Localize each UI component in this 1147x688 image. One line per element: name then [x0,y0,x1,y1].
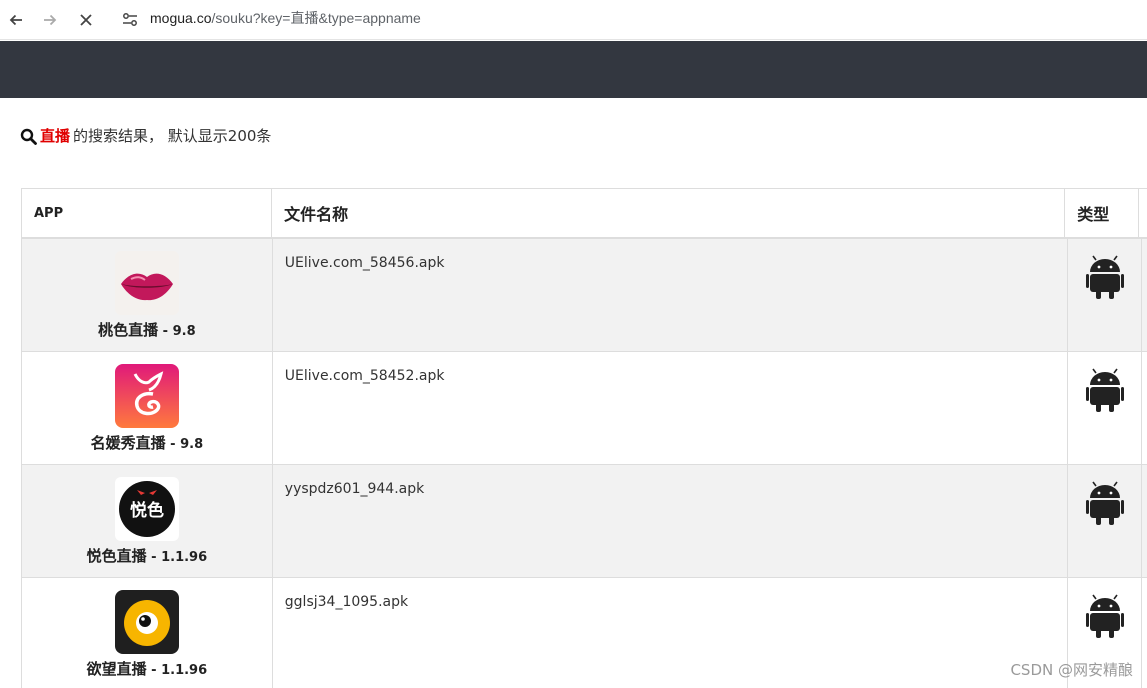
lips-icon[interactable] [114,251,179,315]
result-count-text: 的搜索结果， 默认显示200条 [73,127,272,145]
file-name[interactable]: gglsj34_1095.apk [273,578,1069,688]
fox-logo-icon[interactable] [114,364,179,428]
table-row[interactable]: 欲望直播 - 1.1.96 gglsj34_1095.apk [22,578,1147,688]
app-name[interactable]: 桃色直播 - 9.8 [98,319,196,340]
android-icon [1085,255,1124,299]
watermark: CSDN @网安精酿 [1010,661,1133,679]
android-icon [1085,481,1124,525]
app-name[interactable]: 欲望直播 - 1.1.96 [87,658,208,679]
file-name[interactable]: UElive.com_58456.apk [273,239,1069,351]
header-app: APP [22,189,273,237]
yuese-logo-icon[interactable]: 悦色 [114,477,179,541]
search-keyword: 直播 [40,127,71,145]
url-host: mogua.co [150,10,212,26]
svg-text:悦色: 悦色 [130,500,164,521]
android-icon [1085,368,1124,412]
site-header [0,41,1147,98]
header-type: 类型 [1065,189,1140,237]
app-name[interactable]: 名媛秀直播 - 9.8 [91,432,204,453]
table-header-row: APP 文件名称 类型 [22,189,1147,239]
eye-logo-icon[interactable] [114,590,179,654]
table-row[interactable]: 桃色直播 - 9.8 UElive.com_58456.apk [22,239,1147,352]
back-arrow-icon[interactable] [3,7,29,33]
url-path: /souku?key=直播&type=appname [211,10,421,26]
forward-arrow-icon[interactable] [37,7,63,33]
table-row[interactable]: 名媛秀直播 - 9.8 UElive.com_58452.apk [22,352,1147,465]
file-name[interactable]: UElive.com_58452.apk [273,352,1069,464]
android-icon [1085,594,1124,638]
address-bar[interactable]: mogua.co/souku?key=直播&type=appname [150,9,421,27]
table-row[interactable]: 悦色 悦色直播 - 1.1.96 yyspdz601_944.apk [22,465,1147,578]
search-icon [20,128,37,145]
app-name[interactable]: 悦色直播 - 1.1.96 [87,545,208,566]
site-settings-icon[interactable] [120,10,140,30]
browser-toolbar: mogua.co/souku?key=直播&type=appname [0,0,1147,40]
file-name[interactable]: yyspdz601_944.apk [273,465,1069,577]
search-result-summary: 直播 的搜索结果， 默认显示200条 [20,126,271,146]
stop-icon[interactable] [73,7,99,33]
results-table: APP 文件名称 类型 桃色直播 - 9.8 UElive.com_58456.… [21,188,1147,688]
header-filename: 文件名称 [272,189,1066,237]
